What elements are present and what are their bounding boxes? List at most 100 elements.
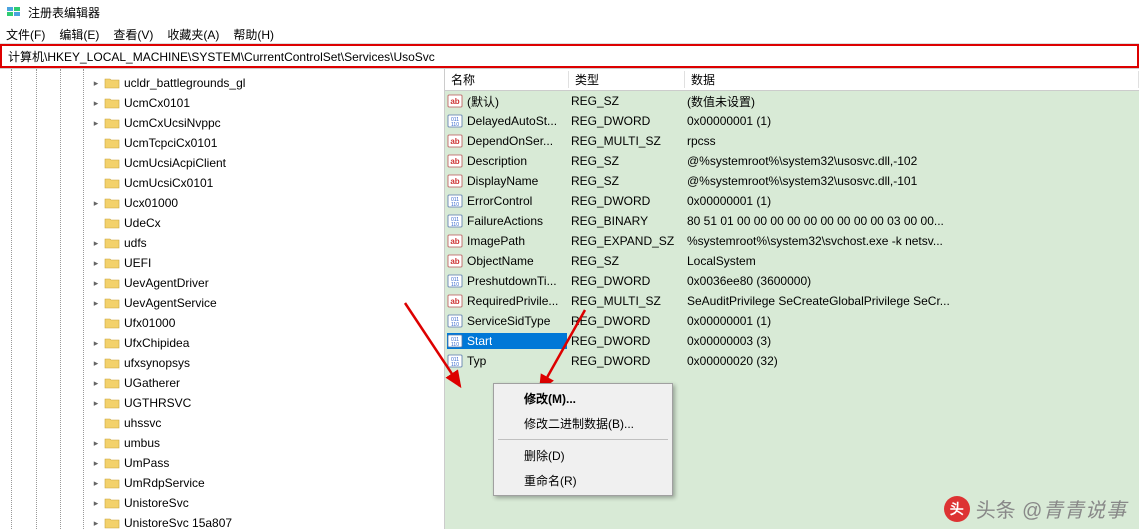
tree-item[interactable]: ▸UnistoreSvc xyxy=(0,493,444,513)
tree-item[interactable]: ▸UcmCx0101 xyxy=(0,93,444,113)
value-icon: ab xyxy=(447,173,463,189)
column-type[interactable]: 类型 xyxy=(569,71,685,88)
expand-icon[interactable]: ▸ xyxy=(88,258,104,269)
tree-label: UmRdpService xyxy=(124,476,205,490)
expand-icon[interactable]: ▸ xyxy=(88,478,104,489)
value-row[interactable]: ab(默认)REG_SZ(数值未设置) xyxy=(445,91,1139,111)
svg-text:110: 110 xyxy=(451,122,459,128)
expand-icon[interactable]: ▸ xyxy=(88,198,104,209)
value-data: SeAuditPrivilege SeCreateGlobalPrivilege… xyxy=(683,294,1137,308)
expand-icon[interactable]: ▸ xyxy=(88,78,104,89)
tree-label: UcmTcpciCx0101 xyxy=(124,136,217,150)
tree-item[interactable]: ▸ufxsynopsys xyxy=(0,353,444,373)
value-data: @%systemroot%\system32\usosvc.dll,-101 xyxy=(683,174,1137,188)
folder-icon xyxy=(104,396,120,410)
value-row[interactable]: 011110ErrorControlREG_DWORD0x00000001 (1… xyxy=(445,191,1139,211)
cm-modify-binary[interactable]: 修改二进制数据(B)... xyxy=(496,411,670,436)
value-row[interactable]: abDescriptionREG_SZ@%systemroot%\system3… xyxy=(445,151,1139,171)
tree-label: UfxChipidea xyxy=(124,336,189,350)
value-row[interactable]: 011110FailureActionsREG_BINARY80 51 01 0… xyxy=(445,211,1139,231)
value-data: LocalSystem xyxy=(683,254,1137,268)
tree-item[interactable]: ▸UcmCxUcsiNvppc xyxy=(0,113,444,133)
expand-icon[interactable]: ▸ xyxy=(88,238,104,249)
context-menu: 修改(M)... 修改二进制数据(B)... 删除(D) 重命名(R) xyxy=(493,383,673,496)
tree-item[interactable]: ▸UGatherer xyxy=(0,373,444,393)
cm-rename[interactable]: 重命名(R) xyxy=(496,468,670,493)
value-data: 0x0036ee80 (3600000) xyxy=(683,274,1137,288)
expand-icon[interactable]: ▸ xyxy=(88,378,104,389)
expand-icon[interactable]: ▸ xyxy=(88,338,104,349)
tree-label: UdeCx xyxy=(124,216,161,230)
value-name-cell: abDescription xyxy=(447,153,567,169)
value-name: Start xyxy=(467,334,492,348)
tree-item[interactable]: ▸ucldr_battlegrounds_gl xyxy=(0,73,444,93)
folder-icon xyxy=(104,236,120,250)
tree-item[interactable]: UdeCx xyxy=(0,213,444,233)
tree-item[interactable]: ▸UevAgentDriver xyxy=(0,273,444,293)
value-row[interactable]: abDisplayNameREG_SZ@%systemroot%\system3… xyxy=(445,171,1139,191)
cm-separator xyxy=(498,439,668,440)
tree-item[interactable]: ▸udfs xyxy=(0,233,444,253)
tree-item[interactable]: ▸ Ucx01000 xyxy=(0,193,444,213)
tree-item[interactable]: ▸ UmRdpService xyxy=(0,473,444,493)
folder-icon xyxy=(104,96,120,110)
tree-item[interactable]: UcmUcsiAcpiClient xyxy=(0,153,444,173)
tree-label: UmPass xyxy=(124,456,169,470)
value-row[interactable]: abImagePathREG_EXPAND_SZ%systemroot%\sys… xyxy=(445,231,1139,251)
value-icon: ab xyxy=(447,133,463,149)
column-data[interactable]: 数据 xyxy=(685,71,1139,88)
tree-item[interactable]: ▸UGTHRSVC xyxy=(0,393,444,413)
tree-item[interactable]: UcmTcpciCx0101 xyxy=(0,133,444,153)
tree-item[interactable]: ▸ UfxChipidea xyxy=(0,333,444,353)
cm-delete[interactable]: 删除(D) xyxy=(496,443,670,468)
expand-icon[interactable]: ▸ xyxy=(88,98,104,109)
folder-icon xyxy=(104,216,120,230)
registry-tree[interactable]: ▸ucldr_battlegrounds_gl▸UcmCx0101▸UcmCxU… xyxy=(0,69,444,529)
value-row[interactable]: abDependOnSer...REG_MULTI_SZrpcss xyxy=(445,131,1139,151)
menu-file[interactable]: 文件(F) xyxy=(6,26,45,41)
tree-item[interactable]: UcmUcsiCx0101 xyxy=(0,173,444,193)
value-data: 0x00000001 (1) xyxy=(683,194,1137,208)
expand-icon[interactable]: ▸ xyxy=(88,438,104,449)
tree-item[interactable]: ▸UEFI xyxy=(0,253,444,273)
values-header: 名称 类型 数据 xyxy=(445,69,1139,91)
tree-item[interactable]: ▸umbus xyxy=(0,433,444,453)
svg-text:ab: ab xyxy=(450,257,459,266)
expand-icon[interactable]: ▸ xyxy=(88,398,104,409)
expand-icon[interactable]: ▸ xyxy=(88,498,104,509)
expand-icon[interactable]: ▸ xyxy=(88,458,104,469)
menu-help[interactable]: 帮助(H) xyxy=(233,26,274,41)
tree-item[interactable]: ▸ UevAgentService xyxy=(0,293,444,313)
menu-edit[interactable]: 编辑(E) xyxy=(59,26,99,41)
value-name-cell: 011110FailureActions xyxy=(447,213,567,229)
value-icon: 011110 xyxy=(447,193,463,209)
column-name[interactable]: 名称 xyxy=(445,71,569,88)
value-type: REG_SZ xyxy=(567,174,683,188)
expand-icon[interactable]: ▸ xyxy=(88,298,104,309)
tree-label: UnistoreSvc 15a807 xyxy=(124,516,232,529)
tree-item[interactable]: ▸ UmPass xyxy=(0,453,444,473)
tree-label: Ucx01000 xyxy=(124,196,178,210)
menu-favorites[interactable]: 收藏夹(A) xyxy=(167,26,219,41)
tree-item[interactable]: uhssvc xyxy=(0,413,444,433)
folder-icon xyxy=(104,376,120,390)
value-row[interactable]: abObjectNameREG_SZLocalSystem xyxy=(445,251,1139,271)
watermark-prefix: 头条 xyxy=(976,494,1016,523)
value-row[interactable]: 011110DelayedAutoSt...REG_DWORD0x0000000… xyxy=(445,111,1139,131)
value-row[interactable]: 011110PreshutdownTi...REG_DWORD0x0036ee8… xyxy=(445,271,1139,291)
tree-item[interactable]: Ufx01000 xyxy=(0,313,444,333)
address-bar[interactable]: 计算机\HKEY_LOCAL_MACHINE\SYSTEM\CurrentCon… xyxy=(0,44,1139,68)
expand-icon[interactable]: ▸ xyxy=(88,358,104,369)
folder-icon xyxy=(104,516,120,529)
expand-icon[interactable]: ▸ xyxy=(88,518,104,529)
menu-view[interactable]: 查看(V) xyxy=(113,26,153,41)
value-type: REG_DWORD xyxy=(567,274,683,288)
tree-item[interactable]: ▸ UnistoreSvc 15a807 xyxy=(0,513,444,529)
tree-label: UevAgentService xyxy=(124,296,217,310)
expand-icon[interactable]: ▸ xyxy=(88,118,104,129)
cm-modify[interactable]: 修改(M)... xyxy=(496,386,670,411)
svg-text:110: 110 xyxy=(451,282,459,288)
svg-text:110: 110 xyxy=(451,202,459,208)
annotation-arrow-1 xyxy=(400,298,470,398)
expand-icon[interactable]: ▸ xyxy=(88,278,104,289)
